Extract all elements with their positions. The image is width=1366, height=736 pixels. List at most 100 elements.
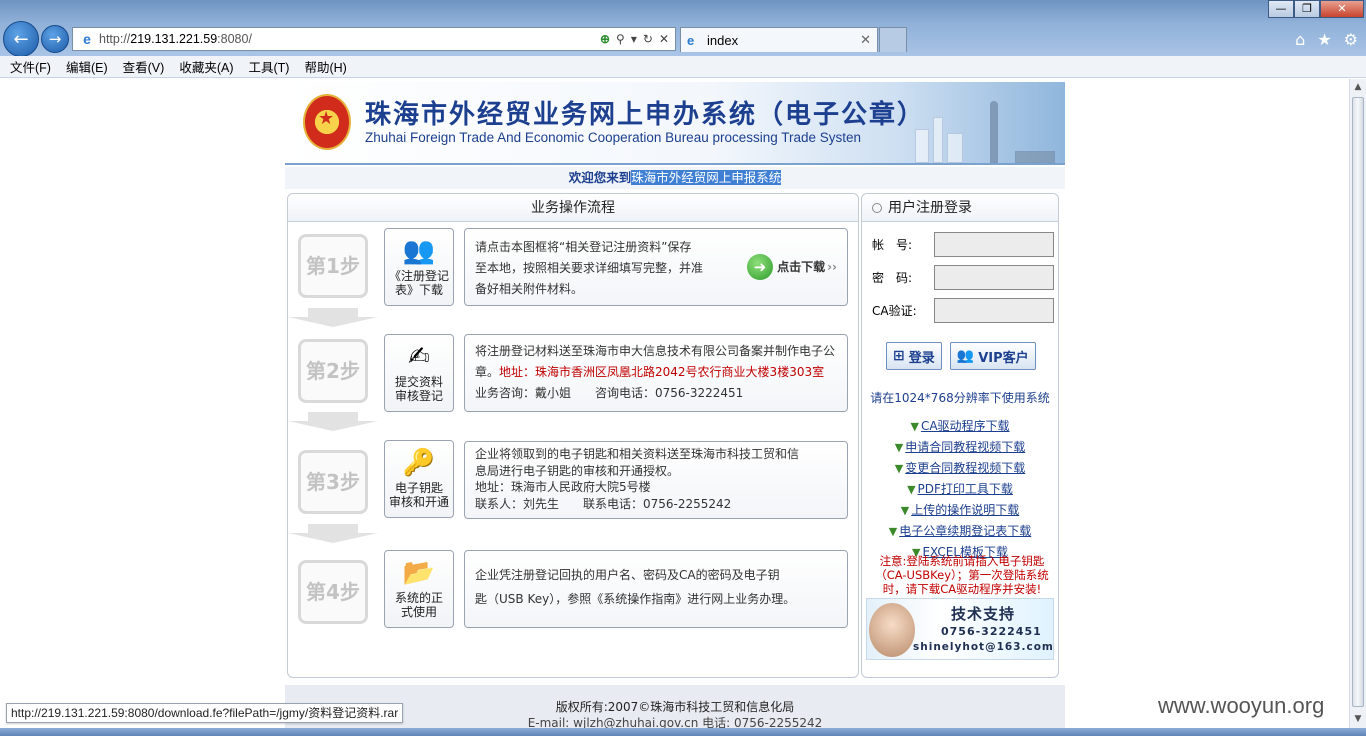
ca-input[interactable] (934, 298, 1054, 323)
maximize-button[interactable]: ❐ (1294, 0, 1320, 18)
step-4-line-2: 匙（USB Key），参照《系统操作指南》进行网上业务办理。 (475, 592, 796, 606)
step-3-badge: 第3步 (298, 450, 368, 514)
back-button[interactable]: ← (3, 21, 39, 57)
url-text[interactable]: http://219.131.221.59:8080/ (99, 32, 600, 46)
login-title: 用户注册登录 (888, 200, 972, 216)
login-button[interactable]: ⊞ 登录 (886, 342, 942, 370)
page-viewport: 珠海市外经贸业务网上申办系统（电子公章） Zhuhai Foreign Trad… (0, 79, 1349, 736)
step-3-label-2: 审核和开通 (388, 495, 449, 509)
address-bar[interactable]: e http://219.131.221.59:8080/ ⊕ ⚲ ▾ ↻ ✕ (72, 27, 676, 51)
close-window-button[interactable]: ✕ (1320, 0, 1364, 18)
arrow-left-icon: ← (13, 28, 29, 50)
step-4-label-1: 系统的正 (394, 591, 443, 605)
support-title: 技术支持 (951, 605, 1016, 623)
vertical-scrollbar[interactable]: ▲ ▼ (1349, 79, 1366, 736)
city-skyline-image (895, 83, 1065, 163)
menu-file[interactable]: 文件(F) (10, 57, 51, 76)
favorites-star-icon[interactable]: ★ (1317, 30, 1331, 49)
step-4-badge: 第4步 (298, 560, 368, 624)
close-tab-icon[interactable]: ✕ (860, 32, 871, 48)
download-icon: ▼ (907, 483, 916, 496)
windows-taskbar (0, 728, 1366, 736)
home-icon[interactable]: ⌂ (1295, 30, 1305, 49)
download-icon: ▼ (894, 462, 904, 475)
url-rest: :8080/ (217, 32, 252, 46)
step-1-description[interactable]: 请点击本图框将“相关登记注册资料”保存 至本地，按照相关要求详细填写完整，并准 … (464, 228, 848, 306)
compatibility-icon[interactable]: ⊕ (600, 32, 610, 46)
new-tab-button[interactable] (879, 27, 907, 52)
step-3-line-4: 联系人：刘先生 联系电话：0756-2255242 (475, 496, 732, 511)
browser-toolbar-icons: ⌂ ★ ⚙ (1295, 30, 1358, 49)
step-1-label-1: 《注册登记 (388, 269, 449, 283)
download-icon: ▼ (888, 525, 898, 538)
link-ca-driver[interactable]: CA驱动程序下载 (921, 419, 1010, 433)
tab-index[interactable]: e index ✕ (680, 27, 878, 52)
download-arrow-icon: ➜ (747, 254, 774, 280)
click-download-button[interactable]: ➜ 点击下载 ›› (747, 254, 837, 280)
refresh-icon[interactable]: ↻ (643, 32, 653, 46)
folder-documents-icon: 📂 (402, 558, 436, 588)
menu-tools[interactable]: 工具(T) (248, 57, 289, 76)
welcome-highlight: 珠海市外经贸网上申报系统 (631, 170, 782, 185)
step-1-line-3: 备好相关附件材料。 (475, 282, 584, 296)
login-panel-header: 用户注册登录 (862, 194, 1058, 222)
banner-title: 珠海市外经贸业务网上申办系统（电子公章） (365, 100, 926, 130)
step-3-line-2: 息局进行电子钥匙的审核和开通授权。 (475, 463, 680, 478)
step-2-line-2a: 章。 (475, 365, 500, 379)
warning-line-3: 时，请下载CA驱动程序并安装! (882, 582, 1042, 596)
step-2-label-2: 审核登记 (394, 389, 443, 403)
menu-view[interactable]: 查看(V) (123, 57, 165, 76)
tech-support-banner: 技术支持 0756-3222451 shinelyhot@163.com (866, 598, 1054, 660)
forward-button[interactable]: → (41, 25, 69, 53)
download-icon: ▼ (910, 420, 919, 433)
link-upload-guide[interactable]: 上传的操作说明下载 (911, 503, 1019, 517)
step-3-description: 企业将领取到的电子钥匙和相关资料送至珠海市科技工贸和信 息局进行电子钥匙的审核和… (464, 441, 848, 519)
double-chevron-icon: ›› (827, 259, 837, 274)
download-label: 点击下载 (777, 259, 826, 274)
stop-icon[interactable]: ✕ (659, 32, 669, 46)
ie-tab-icon: e (687, 32, 695, 48)
scroll-thumb[interactable] (1352, 97, 1364, 707)
welcome-bar: 欢迎您来到珠海市外经贸网上申报系统 (285, 167, 1065, 189)
link-seal-renewal-form[interactable]: 电子公章续期登记表下载 (899, 524, 1031, 538)
step-3-key-box[interactable]: 🔑 电子钥匙 审核和开通 (384, 440, 454, 518)
dropdown-icon[interactable]: ▾ (631, 32, 637, 46)
warning-line-1: 注意:登陆系统前请插入电子钥匙 (879, 554, 1045, 568)
site-banner: 珠海市外经贸业务网上申办系统（电子公章） Zhuhai Foreign Trad… (285, 82, 1065, 165)
step-4-usage-box[interactable]: 📂 系统的正 式使用 (384, 550, 454, 628)
tab-title: index (707, 32, 739, 48)
account-input[interactable] (934, 232, 1054, 257)
resolution-notice: 请在1024*768分辨率下使用系统 (870, 391, 1050, 405)
search-icon[interactable]: ⚲ (616, 32, 625, 46)
gear-icon[interactable]: ⚙ (1344, 30, 1358, 49)
password-label: 密 码: (872, 271, 913, 285)
minimize-button[interactable]: — (1268, 0, 1294, 18)
step-arrow-icon (288, 524, 378, 543)
key-icon: 🔑 (402, 448, 436, 478)
step-2-label-1: 提交资料 (394, 375, 443, 389)
vip-button[interactable]: 👥 VIP客户 (949, 342, 1036, 370)
menu-favorites[interactable]: 收藏夹(A) (179, 57, 233, 76)
users-icon: 👥 (956, 348, 975, 364)
password-input[interactable] (934, 265, 1054, 290)
account-label: 帐 号: (872, 238, 913, 252)
step-1-download-box[interactable]: 👥 《注册登记 表》下载 (384, 228, 454, 306)
warning-line-2: （CA-USBKey）；第一次登陆系统 (875, 568, 1049, 582)
scroll-down-icon[interactable]: ▼ (1350, 711, 1366, 728)
menu-help[interactable]: 帮助(H) (304, 57, 346, 76)
menu-bar: 文件(F) 编辑(E) 查看(V) 收藏夹(A) 工具(T) 帮助(H) (0, 56, 1366, 78)
link-change-contract-video[interactable]: 变更合同教程视频下载 (905, 461, 1025, 475)
step-2-line-1: 将注册登记材料送至珠海市申大信息技术有限公司备案并制作电子公 (475, 344, 836, 358)
scroll-up-icon[interactable]: ▲ (1350, 79, 1366, 96)
step-2-submit-box[interactable]: ✍ 提交资料 审核登记 (384, 334, 454, 412)
step-2-line-3: 业务咨询：戴小姐 咨询电话：0756-3222451 (475, 386, 744, 400)
vip-button-label: VIP客户 (978, 350, 1029, 366)
link-pdf-print-tool[interactable]: PDF打印工具下载 (918, 482, 1013, 496)
process-title: 业务操作流程 (288, 194, 858, 222)
support-agent-avatar (869, 603, 915, 657)
step-2-description: 将注册登记材料送至珠海市申大信息技术有限公司备案并制作电子公 章。地址：珠海市香… (464, 334, 848, 412)
link-apply-contract-video[interactable]: 申请合同教程视频下载 (905, 440, 1025, 454)
address-tools: ⊕ ⚲ ▾ ↻ ✕ (600, 32, 669, 46)
menu-edit[interactable]: 编辑(E) (66, 57, 108, 76)
login-button-label: 登录 (908, 350, 935, 366)
